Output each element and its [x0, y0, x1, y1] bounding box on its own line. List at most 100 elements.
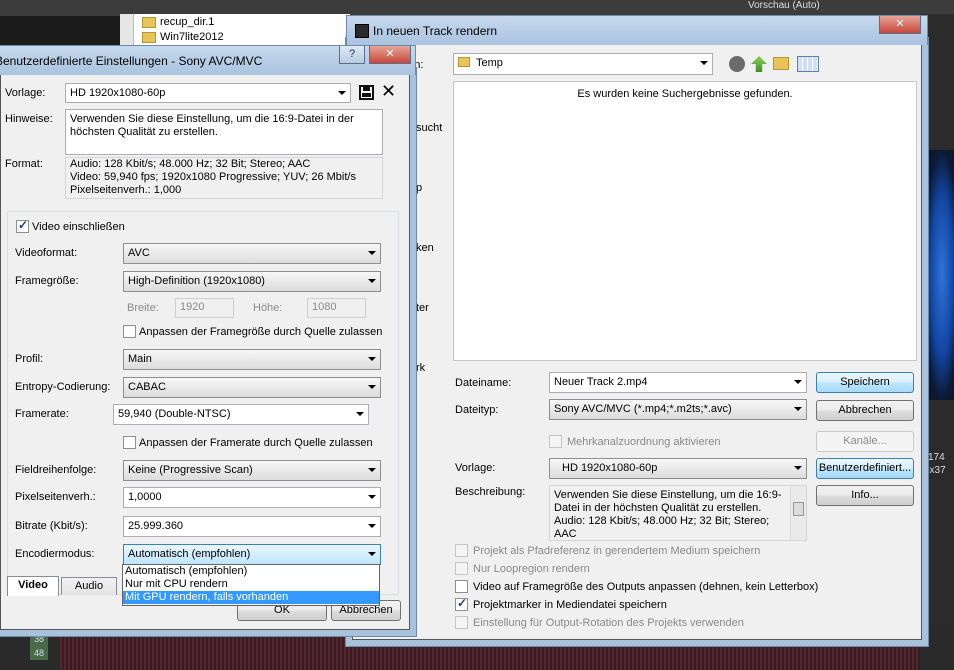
view-menu-icon[interactable] [797, 56, 819, 72]
chevron-down-icon [368, 468, 376, 472]
option-checkbox[interactable] [455, 580, 468, 593]
fieldorder-value: Keine (Progressive Scan) [128, 464, 253, 476]
option-label: Nur Loopregion rendern [473, 563, 590, 575]
encoder-dropdown[interactable]: Automatisch (empfohlen) [123, 544, 381, 565]
chevron-down-icon [794, 466, 802, 470]
option-label: Projektmarker in Mediendatei speichern [473, 599, 667, 611]
channels-button[interactable]: Kanäle... [816, 431, 914, 452]
cancel-button[interactable]: Abbrechen [816, 400, 914, 421]
entropy-label: Entropy-Codierung: [15, 381, 111, 393]
tab-audio[interactable]: Audio [61, 577, 117, 595]
explorer-item[interactable]: recup_dir.1 [160, 16, 214, 28]
chevron-down-icon [368, 279, 376, 283]
custom-button[interactable]: Benutzerdefiniert... [816, 458, 914, 479]
encoder-option[interactable]: Automatisch (empfohlen) [123, 565, 379, 578]
track-number: 48 [30, 646, 48, 660]
fieldorder-dropdown[interactable]: Keine (Progressive Scan) [123, 460, 381, 481]
explorer-list: recup_dir.1 Win7lite2012 [120, 14, 350, 46]
format-line: Video: 59,940 fps; 1920x1080 Progressive… [70, 171, 356, 183]
up-folder-icon[interactable] [751, 56, 767, 72]
profile-dropdown[interactable]: Main [123, 349, 381, 370]
option-label: Einstellung für Output-Rotation des Proj… [473, 617, 744, 629]
pixelaspect-value: 1,0000 [128, 491, 162, 503]
entropy-dropdown[interactable]: CABAC [123, 377, 381, 398]
format-line: Pixelseitenverh.: 1,000 [70, 184, 182, 196]
fit-framesize-checkbox[interactable] [123, 325, 136, 338]
close-button[interactable]: ✕ [369, 46, 411, 64]
chevron-down-icon [368, 552, 376, 556]
preview-label: Vorschau (Auto) [748, 0, 820, 11]
help-button[interactable]: ? [339, 46, 365, 64]
close-button[interactable]: ✕ [879, 16, 921, 34]
width-label: Breite: [127, 302, 159, 314]
side-label: ter [416, 302, 429, 314]
folder-dropdown[interactable]: Temp [453, 53, 713, 75]
width-field[interactable]: 1920 [175, 298, 234, 318]
file-list[interactable]: Es wurden keine Suchergebnisse gefunden. [453, 81, 917, 361]
template-value: HD 1920x1080-60p [562, 462, 658, 474]
height-field[interactable]: 1080 [307, 298, 366, 318]
multichannel-checkbox[interactable] [549, 435, 562, 448]
chevron-down-icon [338, 91, 346, 95]
video-settings-group [7, 211, 399, 595]
fieldorder-label: Fieldreihenfolge: [15, 464, 97, 476]
option-checkbox[interactable] [455, 596, 468, 611]
videoformat-dropdown[interactable]: AVC [123, 243, 381, 264]
folder-icon [142, 32, 156, 43]
videoformat-value: AVC [128, 247, 150, 259]
save-button[interactable]: Speichern [816, 372, 914, 393]
description-scrollbar[interactable] [790, 486, 806, 540]
folder-name: Temp [476, 57, 503, 69]
framesize-dropdown[interactable]: High-Definition (1920x1080) [123, 271, 381, 292]
option-checkbox[interactable] [455, 544, 468, 557]
pixelaspect-combo[interactable]: 1,0000 [123, 487, 381, 508]
template-label: Vorlage: [5, 87, 46, 99]
folder-icon [142, 17, 156, 28]
info-button[interactable]: Info... [816, 485, 914, 506]
custom-settings-dialog: Benutzerdefinierte Einstellungen - Sony … [0, 45, 416, 630]
side-label: ken [416, 242, 434, 254]
chevron-down-icon [368, 495, 376, 499]
option-checkbox[interactable] [455, 562, 468, 575]
scroll-thumb[interactable] [793, 502, 804, 516]
encoder-option[interactable]: Nur mit CPU rendern [123, 578, 379, 591]
filetype-value: Sony AVC/MVC (*.mp4;*.m2ts;*.avc) [554, 403, 732, 415]
back-icon[interactable] [729, 56, 745, 72]
new-folder-icon[interactable] [773, 57, 789, 70]
fit-framerate-checkbox[interactable] [123, 436, 136, 449]
include-video-checkbox[interactable] [16, 218, 29, 233]
side-label: sucht [416, 122, 443, 134]
app-icon [355, 24, 369, 38]
notes-label: Hinweise: [5, 113, 53, 125]
chevron-down-icon [700, 61, 708, 65]
folder-icon [458, 57, 470, 67]
framesize-value: High-Definition (1920x1080) [128, 275, 265, 287]
template-value: HD 1920x1080-60p [70, 87, 166, 99]
bitrate-combo[interactable]: 25.999.360 [123, 516, 381, 537]
pixelaspect-label: Pixelseitenverh.: [15, 491, 96, 503]
save-template-icon[interactable] [359, 85, 374, 100]
chevron-down-icon [368, 524, 376, 528]
tab-video[interactable]: Video [7, 576, 59, 596]
template-dropdown[interactable]: HD 1920x1080-60p [549, 458, 807, 479]
framerate-combo[interactable]: 59,940 (Double-NTSC) [113, 404, 369, 425]
explorer-scrollbar[interactable] [120, 14, 134, 46]
encoder-option[interactable]: Mit GPU rendern, falls vorhanden [123, 591, 379, 604]
option-checkbox[interactable] [455, 616, 468, 629]
encoder-dropdown-list[interactable]: Automatisch (empfohlen) Nur mit CPU rend… [122, 564, 380, 606]
custom-dialog-titlebar: Benutzerdefinierte Einstellungen - Sony … [0, 45, 416, 75]
explorer-item[interactable]: Win7lite2012 [160, 31, 224, 43]
filename-field[interactable]: Neuer Track 2.mp4 [549, 372, 807, 393]
filename-value: Neuer Track 2.mp4 [554, 376, 648, 388]
framesize-label: Framegröße: [15, 275, 79, 287]
template-combo[interactable]: HD 1920x1080-60p [65, 83, 351, 103]
multichannel-label: Mehrkanalzuordnung aktivieren [567, 436, 721, 448]
chevron-down-icon [368, 385, 376, 389]
option-label: Projekt als Pfadreferenz in gerendertem … [473, 545, 761, 557]
render-dialog-title: In neuen Track rendern [373, 24, 498, 38]
side-value: 6x37 [924, 465, 946, 476]
render-dialog-titlebar: In neuen Track rendern ✕ [346, 15, 928, 45]
notes-box[interactable]: Verwenden Sie diese Einstellung, um die … [65, 109, 383, 155]
delete-template-icon[interactable]: ✕ [381, 81, 396, 101]
filetype-dropdown[interactable]: Sony AVC/MVC (*.mp4;*.m2ts;*.avc) [549, 399, 807, 420]
